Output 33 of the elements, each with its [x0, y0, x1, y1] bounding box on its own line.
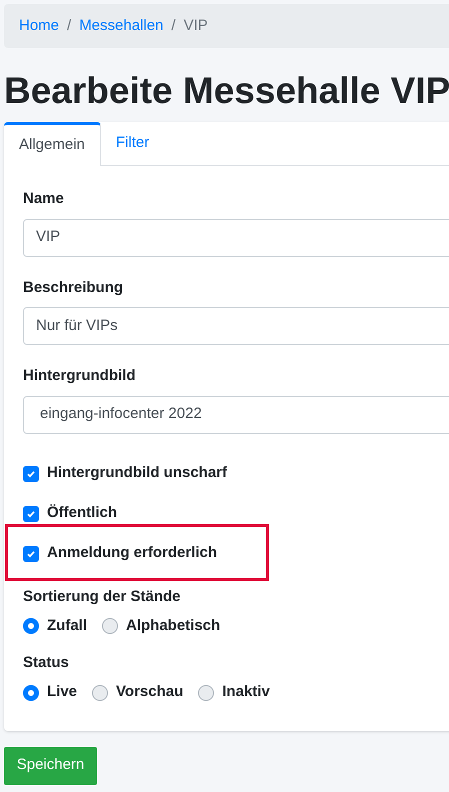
breadcrumb-current: VIP [184, 16, 208, 36]
tab[interactable]: Filter [100, 122, 164, 165]
field-label: Hintergrundbild [23, 366, 136, 386]
radio-button[interactable] [23, 684, 39, 700]
checkbox-label: Öffentlich [47, 503, 117, 524]
radio-label: Vorschau [116, 682, 184, 702]
group-label: Status [23, 653, 70, 673]
breadcrumb-separator: / [171, 16, 176, 36]
checkbox[interactable] [23, 466, 39, 482]
field-label: Beschreibung [23, 278, 124, 298]
breadcrumb-separator: / [67, 16, 72, 36]
radio-button[interactable] [198, 684, 214, 700]
input-field[interactable]: VIP [23, 218, 449, 256]
check-icon [26, 508, 36, 518]
check-icon [26, 548, 36, 558]
radio-button[interactable] [92, 684, 108, 700]
select-field[interactable]: eingang-infocenter 2022 [23, 396, 449, 434]
group-label: Sortierung der Stände [23, 586, 182, 606]
tab[interactable]: Allgemein [4, 122, 101, 166]
radio-label: Alphabetisch [126, 616, 220, 636]
radio-label: Zufall [47, 616, 87, 636]
check-icon [26, 468, 36, 478]
radio-label: Inaktiv [222, 682, 270, 702]
page-title: Bearbeite Messehalle VIP [4, 69, 449, 113]
radio-button[interactable] [102, 618, 118, 634]
radio-label: Live [47, 682, 78, 702]
input-field[interactable]: Nur für VIPs [23, 307, 449, 345]
checkbox[interactable] [23, 506, 39, 522]
checkbox[interactable] [23, 546, 39, 562]
checkbox-label: Hintergrundbild unscharf [47, 463, 227, 484]
radio-button[interactable] [23, 618, 39, 634]
field-label: Name [23, 189, 65, 209]
checkbox-label: Anmeldung erforderlich [47, 543, 218, 564]
